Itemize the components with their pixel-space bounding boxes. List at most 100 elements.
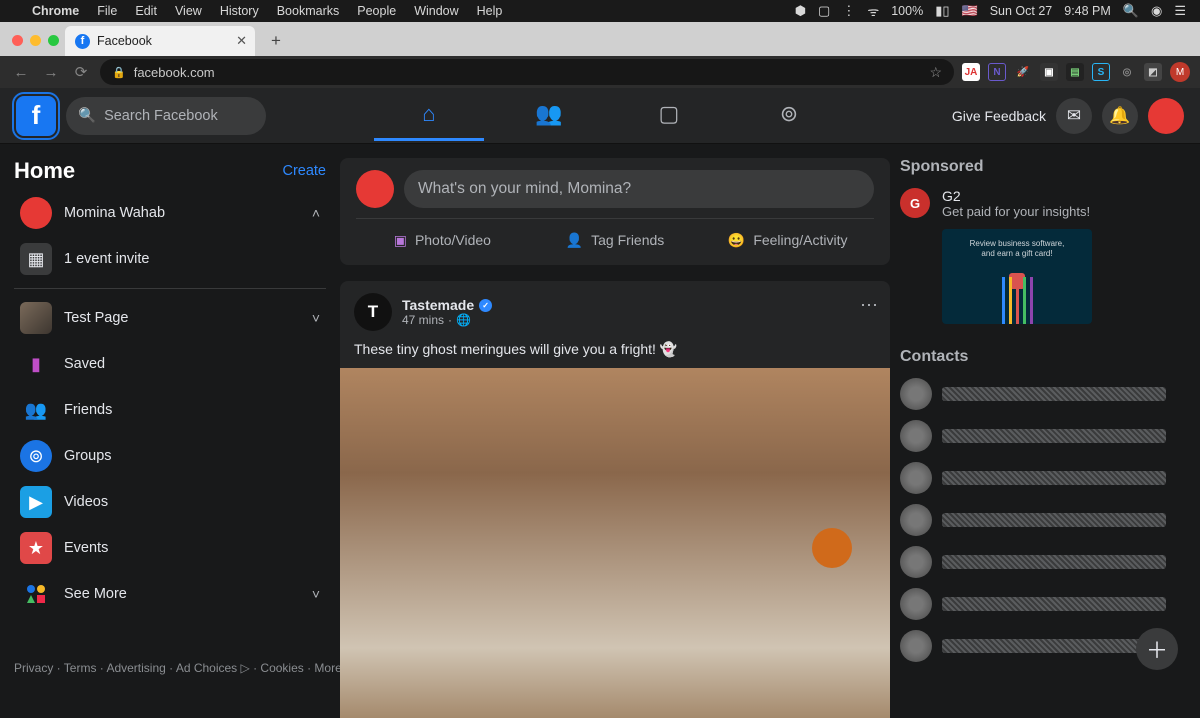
- chevron-down-icon[interactable]: ˅: [312, 310, 320, 326]
- contact-avatar: [900, 462, 932, 494]
- bluetooth-icon[interactable]: ⋮: [842, 3, 855, 19]
- footer-links[interactable]: Privacy · Terms · Advertising · Ad Choic…: [14, 659, 314, 678]
- contact-item[interactable]: [900, 420, 1186, 452]
- menu-window[interactable]: Window: [414, 4, 458, 18]
- menu-edit[interactable]: Edit: [135, 4, 157, 18]
- contact-item[interactable]: [900, 546, 1186, 578]
- composer-avatar[interactable]: [356, 170, 394, 208]
- chevron-up-icon[interactable]: ˄: [312, 205, 320, 221]
- sidebar-friends[interactable]: 👥 Friends: [14, 387, 326, 433]
- chrome-profile-avatar[interactable]: M: [1170, 62, 1190, 82]
- window-controls[interactable]: [10, 35, 65, 56]
- events-label: Events: [64, 540, 108, 556]
- contact-item[interactable]: [900, 462, 1186, 494]
- feeling-activity-button[interactable]: 😀 Feeling/Activity: [701, 219, 874, 261]
- sidebar-profile[interactable]: Momina Wahab ˄: [14, 190, 326, 236]
- menu-file[interactable]: File: [97, 4, 117, 18]
- sidebar-see-more[interactable]: See More ˅: [14, 571, 326, 617]
- post-menu-button[interactable]: ⋯: [860, 295, 878, 316]
- contact-item[interactable]: [900, 588, 1186, 620]
- contact-item[interactable]: [900, 504, 1186, 536]
- ext-icon-3[interactable]: 🚀: [1014, 63, 1032, 81]
- bookmark-star-icon[interactable]: ☆: [929, 64, 942, 81]
- ext-icon-8[interactable]: ◩: [1144, 63, 1162, 81]
- fb-header: f 🔍 Search Facebook ⌂ 👥 ▢ ⊚ Give Feedbac…: [0, 88, 1200, 144]
- tab-title: Facebook: [97, 34, 152, 48]
- sidebar-groups[interactable]: ⊚ Groups: [14, 433, 326, 479]
- ext-icon-4[interactable]: ▣: [1040, 63, 1058, 81]
- contact-item[interactable]: [900, 378, 1186, 410]
- post-text: These tiny ghost meringues will give you…: [340, 335, 890, 368]
- spotlight-icon[interactable]: 🔍: [1123, 3, 1139, 19]
- photo-video-button[interactable]: ▣ Photo/Video: [356, 219, 529, 261]
- address-bar[interactable]: 🔒 facebook.com ☆: [100, 59, 954, 85]
- contact-name: [942, 513, 1166, 527]
- browser-tab[interactable]: f Facebook ✕: [65, 26, 255, 56]
- sponsor-image[interactable]: Review business software,and earn a gift…: [942, 229, 1092, 324]
- maximize-window-icon[interactable]: [48, 35, 59, 46]
- page-thumb-icon: [20, 302, 52, 334]
- minimize-window-icon[interactable]: [30, 35, 41, 46]
- tag-friends-button[interactable]: 👤 Tag Friends: [529, 219, 702, 261]
- groups-label: Groups: [64, 448, 112, 464]
- post-author[interactable]: Tastemade ✓: [402, 297, 492, 313]
- dropbox-icon[interactable]: ⬢: [795, 3, 806, 19]
- sidebar-event-invite[interactable]: ▦ 1 event invite: [14, 236, 326, 282]
- notifications-button[interactable]: 🔔: [1102, 98, 1138, 134]
- nav-friends[interactable]: 👥: [494, 91, 604, 141]
- post-time[interactable]: 47 mins: [402, 313, 444, 327]
- sponsored-item[interactable]: G G2 Get paid for your insights!: [900, 188, 1186, 219]
- contact-avatar: [900, 420, 932, 452]
- app-name[interactable]: Chrome: [32, 4, 79, 18]
- menu-bookmarks[interactable]: Bookmarks: [277, 4, 340, 18]
- lock-icon[interactable]: 🔒: [112, 66, 126, 79]
- ext-icon-5[interactable]: ▤: [1066, 63, 1084, 81]
- menu-help[interactable]: Help: [477, 4, 503, 18]
- test-page-label: Test Page: [64, 310, 129, 326]
- menu-people[interactable]: People: [357, 4, 396, 18]
- create-link[interactable]: Create: [282, 163, 326, 179]
- globe-icon[interactable]: 🌐: [456, 313, 471, 327]
- search-input[interactable]: 🔍 Search Facebook: [66, 97, 266, 135]
- post-author-avatar[interactable]: T: [354, 293, 392, 331]
- back-button[interactable]: ←: [10, 64, 32, 81]
- menubar-time[interactable]: 9:48 PM: [1064, 4, 1111, 18]
- siri-icon[interactable]: ◉: [1151, 3, 1162, 19]
- sidebar-test-page[interactable]: Test Page ˅: [14, 295, 326, 341]
- app-tray-icon[interactable]: ▢: [818, 3, 830, 19]
- sidebar-events[interactable]: ★ Events: [14, 525, 326, 571]
- menu-view[interactable]: View: [175, 4, 202, 18]
- verified-badge-icon: ✓: [479, 299, 492, 312]
- status-input[interactable]: What's on your mind, Momina?: [404, 170, 874, 208]
- messenger-button[interactable]: ✉: [1056, 98, 1092, 134]
- reload-button[interactable]: ⟳: [70, 63, 92, 81]
- give-feedback-link[interactable]: Give Feedback: [952, 108, 1046, 124]
- menu-history[interactable]: History: [220, 4, 259, 18]
- facebook-logo-icon[interactable]: f: [16, 96, 56, 136]
- nav-watch[interactable]: ▢: [614, 91, 724, 141]
- sidebar-saved[interactable]: ▮ Saved: [14, 341, 326, 387]
- ext-icon-1[interactable]: JA: [962, 63, 980, 81]
- nav-groups[interactable]: ⊚: [734, 91, 844, 141]
- new-tab-button[interactable]: +: [263, 28, 289, 54]
- chevron-down-icon[interactable]: ˅: [312, 586, 320, 602]
- close-window-icon[interactable]: [12, 35, 23, 46]
- nav-home[interactable]: ⌂: [374, 91, 484, 141]
- close-tab-icon[interactable]: ✕: [236, 33, 247, 49]
- ext-icon-2[interactable]: N: [988, 63, 1006, 81]
- post-video[interactable]: [340, 368, 890, 718]
- url-text: facebook.com: [134, 65, 215, 80]
- sidebar-videos[interactable]: ▶ Videos: [14, 479, 326, 525]
- new-message-fab[interactable]: ＋: [1136, 628, 1178, 670]
- list-icon[interactable]: ☰: [1174, 3, 1186, 19]
- wifi-icon[interactable]: ᯤ: [867, 2, 879, 20]
- ext-icon-6[interactable]: S: [1092, 63, 1110, 81]
- flag-icon[interactable]: 🇺🇸: [962, 3, 978, 19]
- contact-name: [942, 597, 1166, 611]
- contact-avatar: [900, 504, 932, 536]
- ext-icon-7[interactable]: ◎: [1118, 63, 1136, 81]
- profile-avatar[interactable]: [1148, 98, 1184, 134]
- event-invite-label: 1 event invite: [64, 251, 149, 267]
- menubar-date[interactable]: Sun Oct 27: [990, 4, 1053, 18]
- search-placeholder: Search Facebook: [104, 108, 218, 124]
